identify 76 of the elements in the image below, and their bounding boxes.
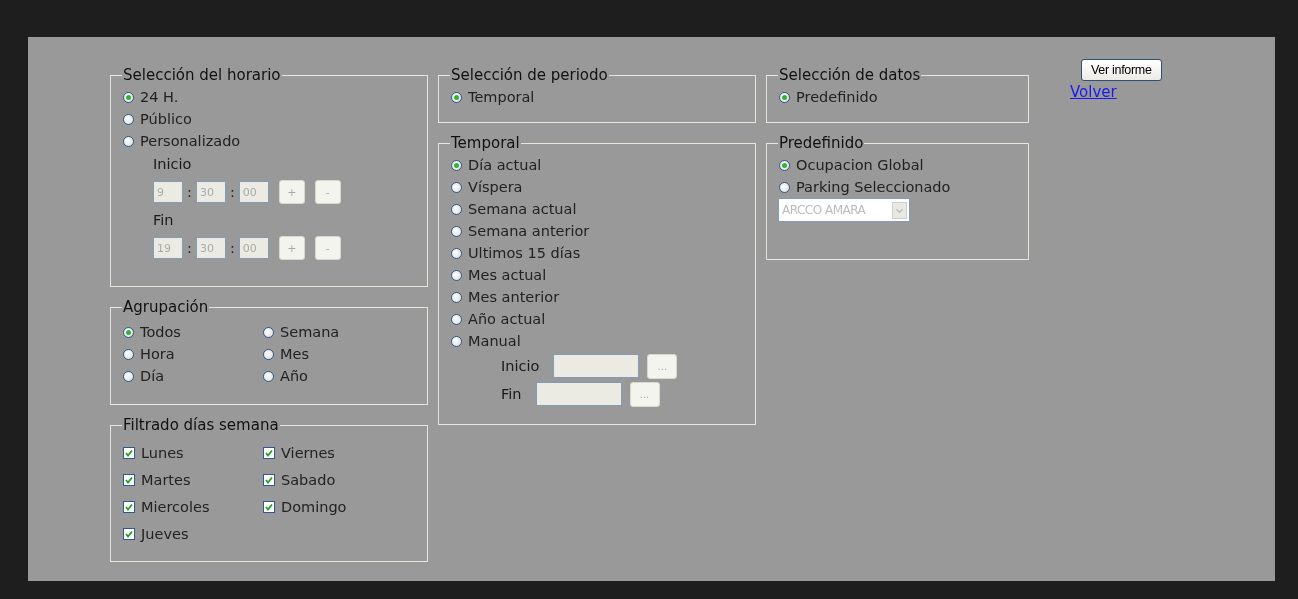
- option-label: Año: [280, 368, 308, 384]
- time-label: Fin: [152, 211, 175, 230]
- option-label: Mes anterior: [468, 289, 560, 305]
- option-label: Personalizado: [140, 133, 241, 149]
- radio-button[interactable]: [123, 326, 134, 338]
- time-separator: :: [187, 240, 192, 256]
- day-label: Lunes: [141, 444, 184, 461]
- option-label: Hora: [140, 346, 175, 362]
- radio-button[interactable]: [123, 135, 134, 147]
- option-label: Año actual: [468, 311, 546, 327]
- view-report-button[interactable]: Ver informe: [1081, 59, 1162, 81]
- option-label: Día: [140, 368, 165, 384]
- option-label: Todos: [140, 324, 181, 340]
- radio-button[interactable]: [123, 370, 134, 382]
- radio-button[interactable]: [779, 159, 790, 171]
- radio-button[interactable]: [451, 159, 462, 171]
- option-label: Mes: [280, 346, 309, 362]
- radio-button[interactable]: [263, 370, 274, 382]
- option-label: Semana: [280, 324, 340, 340]
- radio-button[interactable]: [451, 291, 462, 303]
- checkbox[interactable]: [263, 446, 275, 459]
- radio-button[interactable]: [451, 335, 462, 347]
- checkbox[interactable]: [123, 473, 135, 486]
- time-separator: :: [187, 184, 192, 200]
- option-label: Parking Seleccionado: [796, 179, 951, 195]
- radio-button[interactable]: [123, 91, 134, 103]
- radio-button[interactable]: [123, 348, 134, 360]
- radio-button[interactable]: [779, 91, 790, 103]
- option-label: Día actual: [468, 157, 542, 173]
- option-label: Predefinido: [796, 89, 878, 105]
- time-label: Inicio: [152, 155, 193, 174]
- option-label: Semana actual: [468, 201, 577, 217]
- back-link[interactable]: Volver: [1070, 83, 1117, 101]
- group-title: Selección de periodo: [450, 67, 609, 83]
- radio-button[interactable]: [451, 203, 462, 215]
- radio-button[interactable]: [451, 91, 462, 103]
- radio-button[interactable]: [451, 181, 462, 193]
- option-label: Público: [140, 111, 192, 127]
- option-label: Ocupacion Global: [796, 157, 924, 173]
- date-label: Fin: [501, 386, 522, 402]
- option-label: Ultimos 15 días: [468, 245, 581, 261]
- option-label: Temporal: [468, 89, 535, 105]
- radio-button[interactable]: [451, 269, 462, 281]
- group-title: Agrupación: [122, 299, 210, 315]
- group-title: Temporal: [450, 135, 521, 151]
- group-title: Selección del horario: [122, 67, 282, 83]
- option-label: Manual: [468, 333, 521, 349]
- radio-button[interactable]: [451, 313, 462, 325]
- group-title: Predefinido: [778, 135, 865, 151]
- radio-button[interactable]: [123, 113, 134, 125]
- day-label: Jueves: [141, 525, 189, 542]
- time-separator: :: [229, 240, 235, 256]
- checkbox[interactable]: [123, 446, 135, 459]
- day-label: Viernes: [281, 444, 335, 461]
- checkbox[interactable]: [263, 473, 275, 486]
- radio-button[interactable]: [779, 181, 790, 193]
- day-label: Miercoles: [141, 498, 210, 515]
- date-label: Inicio: [501, 358, 540, 374]
- day-label: Martes: [141, 471, 191, 488]
- caret-icon: [892, 201, 907, 219]
- group-title: Selección de datos: [778, 67, 922, 83]
- radio-button[interactable]: [263, 326, 274, 338]
- radio-button[interactable]: [451, 225, 462, 237]
- radio-button[interactable]: [451, 247, 462, 259]
- option-label: Mes actual: [468, 267, 547, 283]
- option-label: Víspera: [468, 179, 523, 195]
- radio-button[interactable]: [263, 348, 274, 360]
- time-separator: :: [229, 184, 235, 200]
- group-title: Filtrado días semana: [122, 417, 280, 433]
- day-label: Domingo: [281, 498, 347, 515]
- day-label: Sabado: [281, 471, 336, 488]
- checkbox[interactable]: [123, 527, 135, 540]
- checkbox[interactable]: [263, 500, 275, 513]
- option-label: 24 H.: [140, 89, 179, 105]
- option-label: Semana anterior: [468, 223, 590, 239]
- checkbox[interactable]: [123, 500, 135, 513]
